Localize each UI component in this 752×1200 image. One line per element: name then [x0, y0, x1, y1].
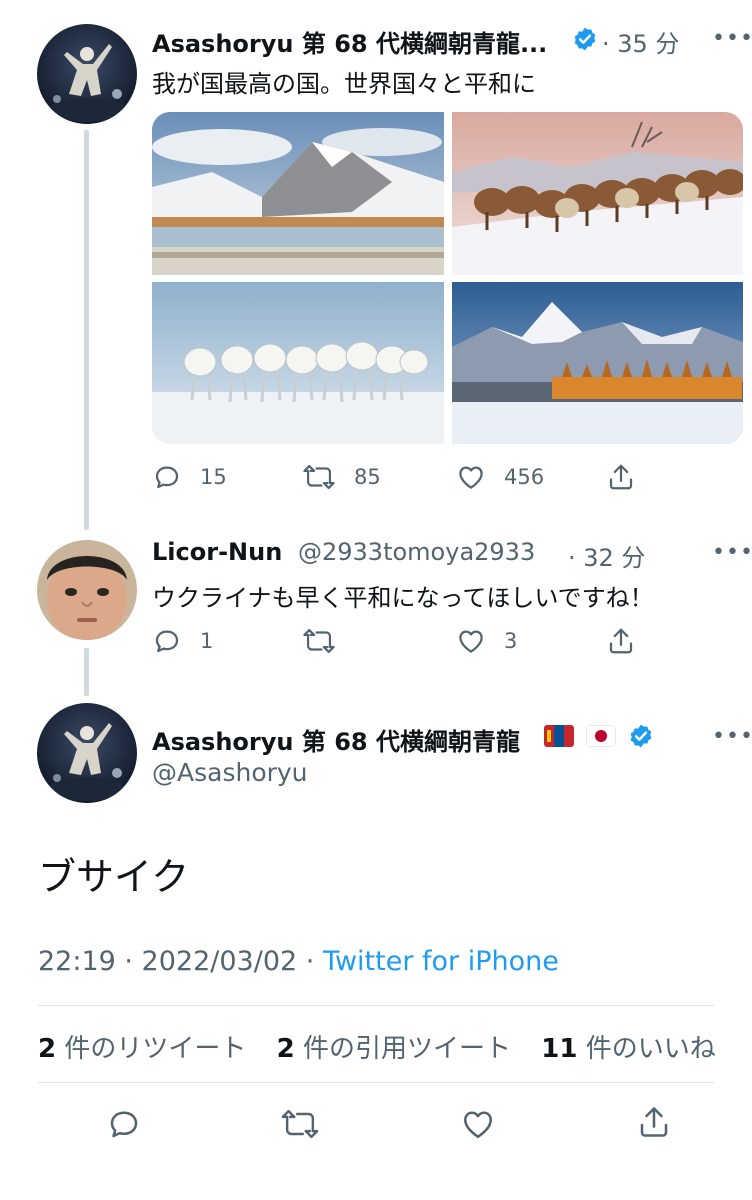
retweet-button[interactable]: 85 — [302, 462, 381, 492]
like-button[interactable] — [460, 1106, 496, 1142]
more-icon[interactable]: ••• — [712, 540, 752, 565]
tweet-age[interactable]: · 32 分 — [568, 538, 645, 573]
thread-line — [84, 648, 89, 696]
quote-stat-count: 2 — [276, 1034, 295, 1064]
verified-icon — [572, 26, 598, 52]
reply-count: 1 — [200, 629, 214, 653]
display-name-text[interactable]: Asashoryu 第 68 代横綱朝青龍 — [152, 728, 520, 756]
like-icon — [463, 1111, 493, 1139]
avatar[interactable] — [37, 703, 137, 803]
like-stat[interactable]: 11 件のいいね — [541, 1034, 715, 1064]
retweet-count: 85 — [354, 465, 381, 489]
like-button[interactable]: 456 — [456, 462, 544, 492]
like-icon — [459, 466, 483, 489]
user-handle[interactable]: @Asashoryu — [152, 758, 308, 787]
verified-icon — [628, 723, 654, 749]
retweet-icon — [303, 628, 335, 654]
share-button[interactable] — [606, 462, 636, 492]
share-button[interactable] — [606, 626, 636, 656]
user-handle[interactable]: @2933tomoya2933 — [298, 538, 535, 566]
avatar[interactable] — [37, 24, 137, 124]
quote-stat[interactable]: 2 件の引用ツイート — [277, 1034, 511, 1064]
photo-white-horses[interactable] — [152, 282, 444, 444]
reply-button[interactable]: 15 — [152, 462, 227, 492]
photo-camels[interactable] — [452, 112, 743, 275]
japan-flag-icon — [586, 725, 616, 747]
like-icon — [459, 630, 483, 653]
quote-stat-label: 件の引用ツイート — [303, 1034, 512, 1064]
retweet-button[interactable] — [280, 1106, 320, 1142]
display-name-text[interactable]: Asashoryu 第 68 代横綱朝青龍... — [152, 30, 547, 58]
photo-mountain-forest[interactable] — [452, 282, 743, 444]
reply-button[interactable] — [106, 1106, 142, 1142]
display-name[interactable]: Asashoryu 第 68 代横綱朝青龍... — [152, 24, 547, 59]
tweet-text: ブサイク — [38, 855, 190, 899]
display-name[interactable]: Licor-Nun — [152, 538, 282, 566]
like-count: 3 — [504, 629, 518, 653]
engagement-stats: 2 件のリツイート 2 件の引用ツイート 11 件のいいね — [38, 1028, 738, 1065]
avatar[interactable] — [37, 540, 137, 640]
more-icon[interactable]: ••• — [712, 26, 752, 51]
divider — [38, 1005, 714, 1006]
share-icon — [640, 1107, 668, 1137]
tweet-time[interactable]: 22:19 · 2022/03/02 · — [38, 946, 314, 977]
mongolia-flag-icon — [544, 725, 574, 747]
reply-icon — [110, 1111, 138, 1138]
tweet-age[interactable]: · 35 分 — [602, 24, 679, 59]
like-stat-label: 件のいいね — [585, 1034, 716, 1064]
reply-icon — [155, 630, 179, 653]
display-name[interactable]: Asashoryu 第 68 代横綱朝青龍 — [152, 722, 520, 757]
display-name-text[interactable]: Licor-Nun — [152, 538, 282, 566]
retweet-icon — [281, 1109, 319, 1139]
photo-mountain-lake[interactable] — [152, 112, 444, 275]
reply-button[interactable]: 1 — [152, 626, 213, 656]
retweet-stat-label: 件のリツイート — [64, 1034, 247, 1064]
divider — [38, 1082, 714, 1083]
tweet-timestamp: 22:19 · 2022/03/02 · Twitter for iPhone — [38, 946, 559, 977]
more-icon[interactable]: ••• — [712, 724, 752, 749]
retweet-stat-count: 2 — [38, 1034, 57, 1064]
reply-icon — [155, 466, 179, 489]
retweet-icon — [303, 464, 335, 490]
share-icon — [609, 464, 633, 490]
like-stat-count: 11 — [541, 1034, 578, 1064]
like-button[interactable]: 3 — [456, 626, 517, 656]
reply-count: 15 — [200, 465, 227, 489]
tweet-text: 我が国最高の国。世界国々と平和に — [152, 70, 536, 98]
tweet-text: ウクライナも早く平和になってほしいですね！ — [152, 584, 654, 612]
tweet-source-link[interactable]: Twitter for iPhone — [323, 946, 559, 977]
share-icon — [609, 628, 633, 654]
share-button[interactable] — [636, 1104, 672, 1140]
media-grid[interactable] — [152, 112, 743, 444]
retweet-button[interactable] — [302, 626, 336, 656]
retweet-stat[interactable]: 2 件のリツイート — [38, 1034, 246, 1064]
thread-line — [84, 130, 89, 530]
like-count: 456 — [504, 465, 545, 489]
